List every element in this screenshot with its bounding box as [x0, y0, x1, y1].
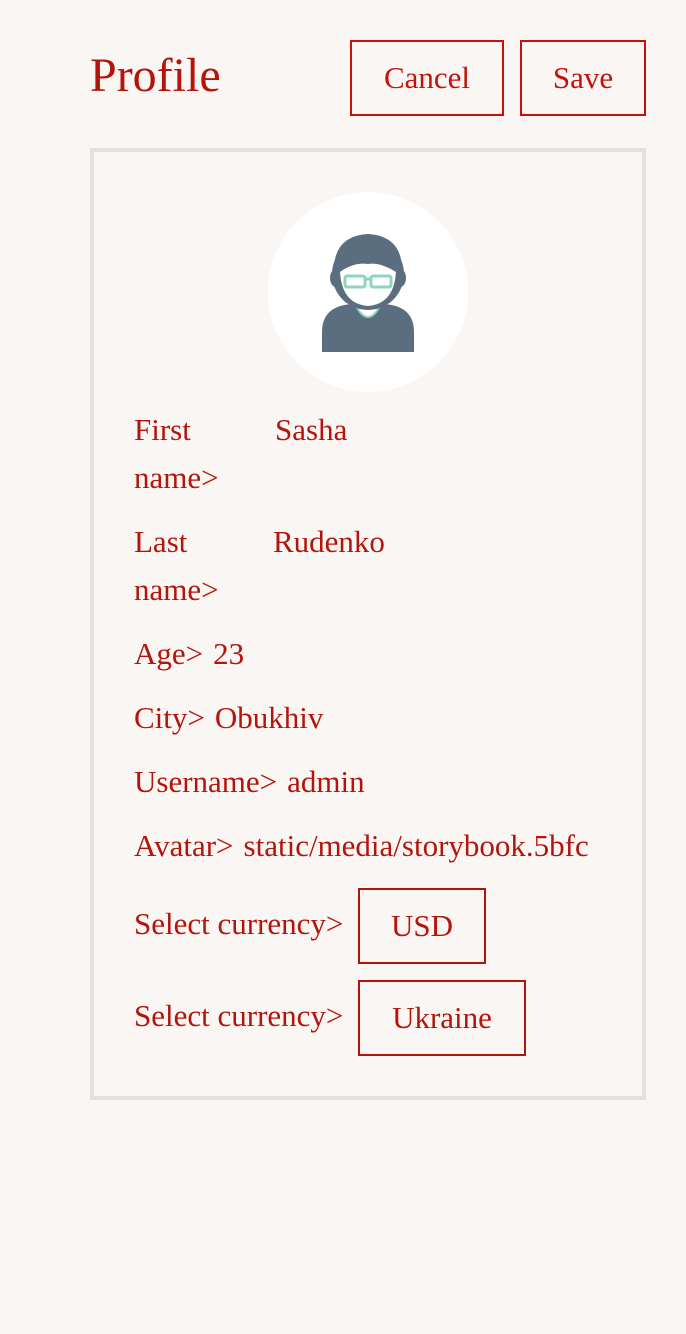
username-label: Username> [134, 764, 278, 799]
currency-label: Select currency> [134, 906, 344, 941]
save-button[interactable]: Save [520, 40, 646, 116]
avatar-row: Avatar> static/media/storybook.5bfc [134, 822, 589, 870]
last-name-label: Last name> [134, 524, 219, 607]
first-name-label: First name> [134, 412, 219, 495]
city-value: Obukhiv [214, 700, 324, 735]
avatar-value: static/media/storybook.5bfc [243, 828, 589, 863]
username-value: admin [287, 764, 365, 799]
last-name-value: Rudenko [273, 524, 385, 559]
cancel-button[interactable]: Cancel [350, 40, 504, 116]
country-label: Select currency> [134, 998, 344, 1033]
user-avatar-with-glasses-icon [322, 234, 414, 352]
avatar-label: Avatar> [134, 828, 234, 863]
city-label: City> [134, 700, 205, 735]
city-row: City> Obukhiv [134, 694, 323, 742]
currency-select[interactable]: USD [358, 888, 486, 964]
country-select[interactable]: Ukraine [358, 980, 526, 1056]
page-title: Profile [90, 49, 221, 102]
avatar [268, 192, 468, 392]
username-row: Username> admin [134, 758, 365, 806]
age-row: Age> 23 [134, 630, 244, 678]
age-value: 23 [213, 636, 245, 671]
profile-card: First name> Sasha Last name> Rudenko Age… [90, 148, 646, 1100]
age-label: Age> [134, 636, 204, 671]
first-name-value: Sasha [275, 412, 348, 447]
